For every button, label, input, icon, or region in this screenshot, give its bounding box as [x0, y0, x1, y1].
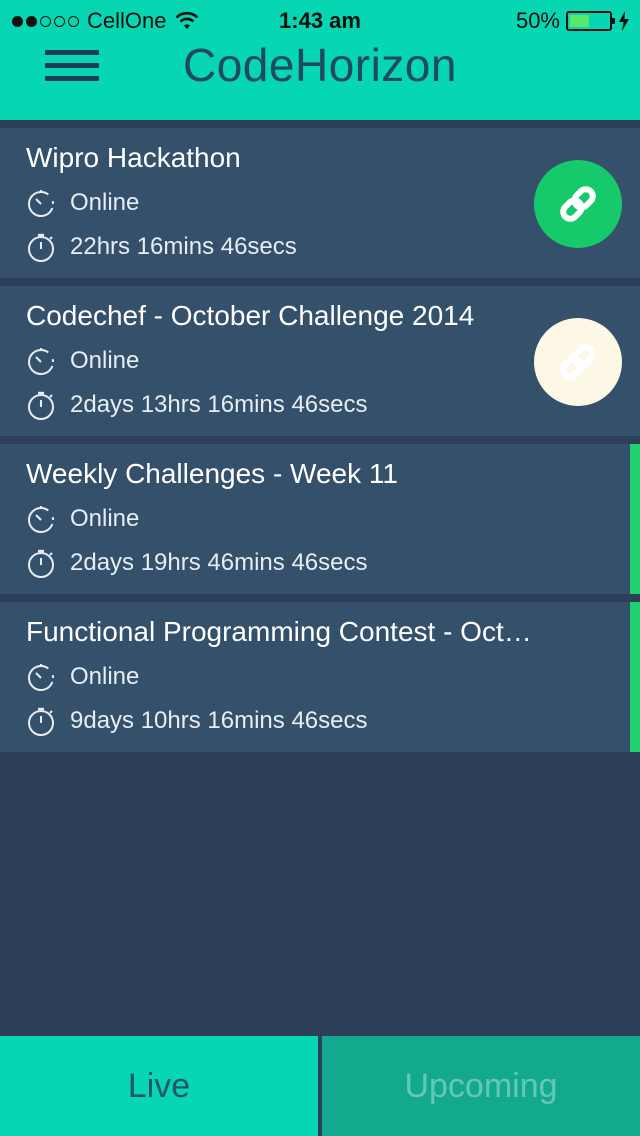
- contest-time-row: 2days 19hrs 46mins 46secs: [26, 548, 368, 578]
- contest-time-row: 22hrs 16mins 46secs: [26, 232, 297, 262]
- contest-title: Functional Programming Contest - Oct…: [26, 616, 532, 647]
- contest-location-row: Online: [26, 346, 139, 376]
- contest-card[interactable]: Weekly Challenges - Week 11 Online 2days…: [0, 444, 640, 594]
- bottom-tab-bar: Live Upcoming: [0, 1036, 640, 1136]
- contest-card[interactable]: Wipro Hackathon Online 22hrs 16mins 46se…: [0, 128, 640, 278]
- link-icon: [560, 344, 596, 380]
- contest-location-row: Online: [26, 662, 139, 692]
- contest-location-row: Online: [26, 188, 139, 218]
- contest-time-left: 2days 13hrs 16mins 46secs: [70, 391, 368, 418]
- app-title: CodeHorizon: [183, 39, 457, 91]
- contest-accent-bar: [630, 444, 640, 594]
- status-bar: CellOne 1:43 am 50%: [0, 0, 640, 40]
- contest-card[interactable]: Codechef - October Challenge 2014 Online…: [0, 286, 640, 436]
- charging-bolt-icon: [619, 11, 629, 31]
- timer-icon: [28, 506, 54, 533]
- battery-percent: 50%: [515, 8, 560, 33]
- timer-icon: [28, 664, 54, 691]
- contest-time-left: 2days 19hrs 46mins 46secs: [70, 549, 368, 576]
- stopwatch-icon: [28, 549, 54, 578]
- status-right: 50%: [516, 8, 630, 34]
- contest-time-left: 22hrs 16mins 46secs: [70, 233, 297, 260]
- open-link-button[interactable]: [534, 160, 622, 248]
- stopwatch-icon: [28, 391, 54, 420]
- contest-title: Wipro Hackathon: [26, 142, 241, 173]
- contest-time-left: 9days 10hrs 16mins 46secs: [70, 707, 368, 734]
- battery-icon: [566, 11, 615, 31]
- tab-upcoming[interactable]: Upcoming: [322, 1036, 640, 1136]
- open-link-button[interactable]: [534, 318, 622, 406]
- contest-location: Online: [70, 505, 140, 532]
- app-header: CellOne 1:43 am 50% CodeHorizon: [0, 0, 640, 120]
- tab-live[interactable]: Live: [0, 1036, 318, 1136]
- contest-title: Codechef - October Challenge 2014: [26, 300, 475, 331]
- contest-title: Weekly Challenges - Week 11: [26, 458, 398, 489]
- stopwatch-icon: [28, 233, 54, 262]
- contest-time-row: 9days 10hrs 16mins 46secs: [26, 706, 368, 736]
- stopwatch-icon: [28, 707, 54, 736]
- contest-location: Online: [70, 189, 140, 216]
- contest-location: Online: [70, 663, 140, 690]
- contest-location: Online: [70, 347, 140, 374]
- timer-icon: [28, 190, 54, 217]
- timer-icon: [28, 348, 54, 375]
- contest-list: Wipro Hackathon Online 22hrs 16mins 46se…: [0, 128, 640, 760]
- contest-card[interactable]: Functional Programming Contest - Oct… On…: [0, 602, 640, 752]
- link-icon: [560, 186, 596, 222]
- contest-location-row: Online: [26, 504, 139, 534]
- contest-accent-bar: [630, 602, 640, 752]
- contest-time-row: 2days 13hrs 16mins 46secs: [26, 390, 368, 420]
